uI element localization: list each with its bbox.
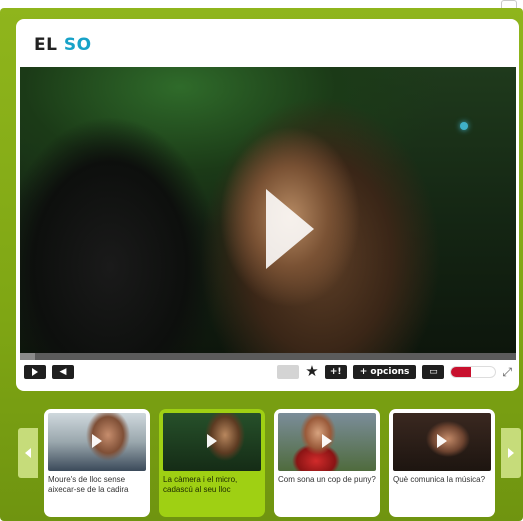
play-icon <box>92 434 102 448</box>
chevron-right-icon <box>508 448 514 458</box>
page-title: EL SO <box>34 35 92 55</box>
progress-bar[interactable] <box>20 353 516 360</box>
plus-label: +! <box>329 367 342 377</box>
brand-logo[interactable] <box>450 366 497 378</box>
player-panel: EL SO ◀ ★ +! + opcions ▭ ⤢ <box>16 19 519 391</box>
thumbnail-image <box>278 413 376 471</box>
playlist-item[interactable]: Com sona un cop de puny? <box>274 409 380 517</box>
title-part-1: EL <box>34 35 58 55</box>
thumbnail-image <box>163 413 261 471</box>
volume-button[interactable]: ◀ <box>52 365 74 379</box>
options-label: + opcions <box>359 367 410 377</box>
expand-icon[interactable]: ⤢ <box>502 365 512 380</box>
background-light <box>460 122 468 130</box>
progress-fill <box>20 353 35 360</box>
plus-button[interactable]: +! <box>324 365 347 379</box>
title-part-2: SO <box>63 35 92 55</box>
volume-icon: ◀ <box>59 367 67 377</box>
play-icon <box>32 368 38 376</box>
thumbnail-caption: La càmera i el micro, cadascú al seu llo… <box>163 475 238 494</box>
play-icon <box>207 434 217 448</box>
playlist-item[interactable]: Què comunica la música? <box>389 409 495 517</box>
prev-arrow-button[interactable] <box>18 428 38 478</box>
thumbnail-caption: Moure's de lloc sense aixecar-se de la c… <box>48 475 129 494</box>
star-icon[interactable]: ★ <box>305 364 318 379</box>
fullscreen-button[interactable]: ▭ <box>422 365 445 379</box>
options-button[interactable]: + opcions <box>352 365 417 379</box>
next-arrow-button[interactable] <box>501 428 521 478</box>
playlist-item-active[interactable]: La càmera i el micro, cadascú al seu llo… <box>159 409 265 517</box>
control-bar: ◀ ★ +! + opcions ▭ ⤢ <box>20 360 516 384</box>
thumbnail-caption: Què comunica la música? <box>393 475 486 484</box>
blank-button[interactable] <box>277 365 300 379</box>
play-button[interactable] <box>24 365 46 379</box>
fullscreen-icon: ▭ <box>429 367 438 377</box>
play-icon <box>437 434 447 448</box>
big-play-icon[interactable] <box>266 189 314 269</box>
thumbnail-image <box>393 413 491 471</box>
chevron-left-icon <box>25 448 31 458</box>
play-icon <box>322 434 332 448</box>
video-area[interactable] <box>20 67 516 353</box>
thumbnail-caption: Com sona un cop de puny? <box>278 475 376 484</box>
playlist-item[interactable]: Moure's de lloc sense aixecar-se de la c… <box>44 409 150 517</box>
thumbnail-image <box>48 413 146 471</box>
